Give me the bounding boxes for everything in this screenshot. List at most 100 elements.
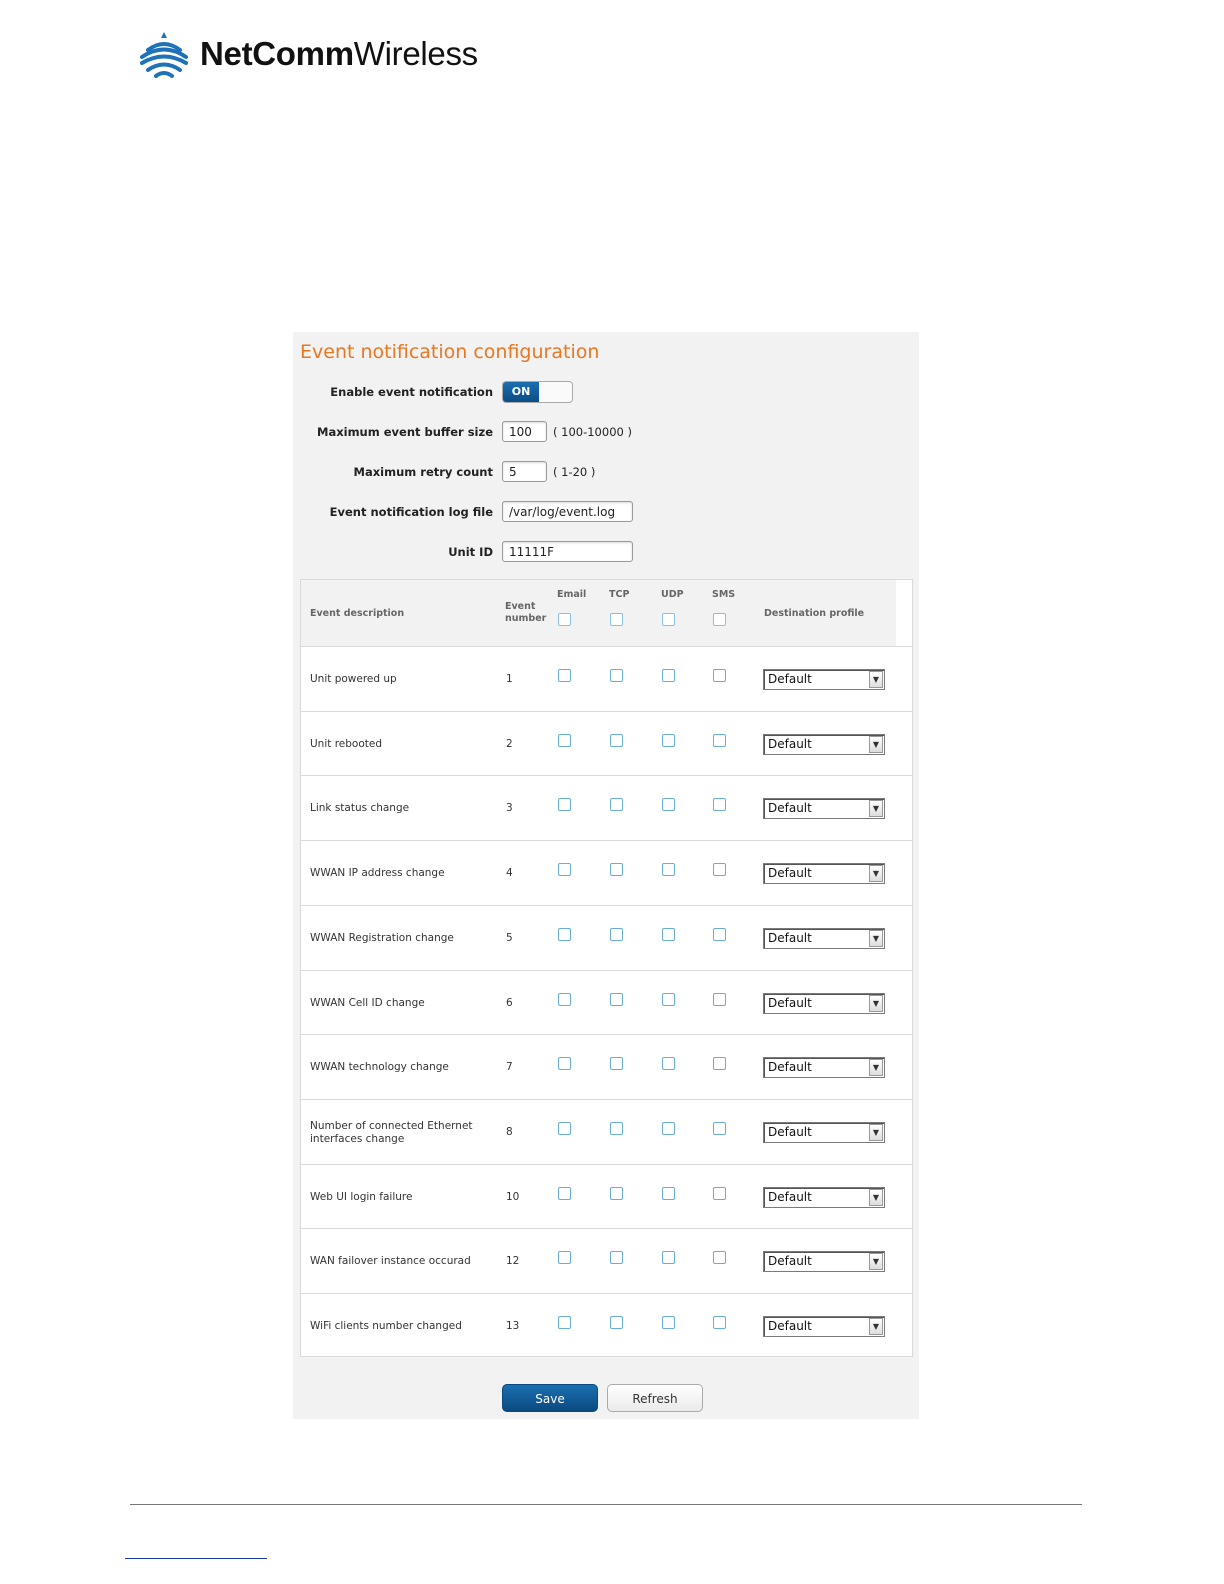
tcp-checkbox[interactable]: [610, 1057, 623, 1071]
unit-id-input[interactable]: 11111F: [502, 541, 633, 562]
logo-bold-text: NetComm: [200, 35, 354, 72]
sms-checkbox[interactable]: [713, 863, 726, 877]
tcp-checkbox[interactable]: [610, 1186, 623, 1200]
destination-profile-select[interactable]: Default ▼: [763, 1251, 885, 1273]
sms-checkbox[interactable]: [713, 1121, 726, 1135]
udp-checkbox[interactable]: [662, 1121, 675, 1135]
chevron-down-icon[interactable]: ▼: [869, 1253, 883, 1271]
sms-checkbox[interactable]: [713, 1251, 726, 1265]
event-notification-panel: Event notification configuration Enable …: [293, 332, 919, 1419]
table-row: Link status change 3 Default ▼: [301, 775, 912, 840]
tcp-checkbox[interactable]: [610, 1316, 623, 1329]
event-table: Event description Event number Email TCP…: [300, 579, 913, 1357]
header-description: Event description: [310, 608, 405, 619]
sms-checkbox[interactable]: [713, 1316, 726, 1329]
chevron-down-icon[interactable]: ▼: [869, 800, 883, 818]
enable-toggle[interactable]: ON: [502, 381, 573, 403]
buffer-size-input[interactable]: 100: [502, 421, 547, 442]
email-checkbox[interactable]: [558, 927, 571, 941]
log-file-input[interactable]: /var/log/event.log: [502, 501, 633, 522]
page-title: Event notification configuration: [300, 341, 600, 363]
tcp-checkbox[interactable]: [610, 1121, 623, 1135]
event-number: 13: [506, 1320, 520, 1332]
chevron-down-icon[interactable]: ▼: [869, 1059, 883, 1077]
destination-profile-select[interactable]: Default ▼: [763, 1121, 885, 1143]
chevron-down-icon[interactable]: ▼: [869, 735, 883, 753]
event-number: 8: [506, 1125, 513, 1138]
email-checkbox[interactable]: [558, 733, 571, 747]
tcp-select-all-checkbox[interactable]: [610, 613, 623, 626]
udp-checkbox[interactable]: [662, 798, 675, 812]
tcp-checkbox[interactable]: [610, 927, 623, 941]
tcp-checkbox[interactable]: [610, 1251, 623, 1265]
email-select-all-checkbox[interactable]: [558, 613, 571, 626]
destination-profile-value: Default: [768, 801, 812, 816]
udp-checkbox[interactable]: [662, 992, 675, 1006]
udp-checkbox[interactable]: [662, 669, 675, 682]
email-checkbox[interactable]: [558, 1251, 571, 1265]
chevron-down-icon[interactable]: ▼: [869, 1188, 883, 1206]
refresh-button[interactable]: Refresh: [607, 1384, 703, 1412]
destination-profile-value: Default: [768, 995, 812, 1010]
sms-checkbox[interactable]: [713, 927, 726, 941]
destination-profile-select[interactable]: Default ▼: [763, 1186, 885, 1208]
event-description: WWAN Cell ID change: [310, 996, 425, 1009]
sms-checkbox[interactable]: [713, 669, 726, 682]
retry-count-input[interactable]: 5: [502, 461, 547, 482]
buffer-row: Maximum event buffer size 100 ( 100-1000…: [293, 421, 919, 445]
destination-profile-select[interactable]: Default ▼: [763, 798, 885, 820]
chevron-down-icon[interactable]: ▼: [869, 671, 883, 688]
logo-wordmark: NetCommWireless: [200, 35, 478, 73]
udp-checkbox[interactable]: [662, 733, 675, 747]
chevron-down-icon[interactable]: ▼: [869, 1123, 883, 1141]
chevron-down-icon[interactable]: ▼: [869, 994, 883, 1012]
sms-checkbox[interactable]: [713, 798, 726, 812]
tcp-checkbox[interactable]: [610, 863, 623, 877]
sms-checkbox[interactable]: [713, 1057, 726, 1071]
tcp-checkbox[interactable]: [610, 669, 623, 682]
email-checkbox[interactable]: [558, 863, 571, 877]
retry-label: Maximum retry count: [353, 465, 493, 479]
udp-checkbox[interactable]: [662, 1251, 675, 1265]
udp-checkbox[interactable]: [662, 1186, 675, 1200]
destination-profile-value: Default: [768, 1319, 812, 1333]
chevron-down-icon[interactable]: ▼: [869, 1318, 883, 1335]
logo-light-text: Wireless: [353, 35, 478, 72]
sms-checkbox[interactable]: [713, 733, 726, 747]
tcp-checkbox[interactable]: [610, 733, 623, 747]
email-checkbox[interactable]: [558, 1057, 571, 1071]
destination-profile-select[interactable]: Default ▼: [763, 863, 885, 885]
table-row: Unit rebooted 2 Default ▼: [301, 710, 912, 776]
destination-profile-select[interactable]: Default ▼: [763, 733, 885, 755]
sms-checkbox[interactable]: [713, 992, 726, 1006]
event-description: Unit rebooted: [310, 737, 383, 750]
event-description: Link status change: [310, 802, 410, 815]
unitid-label: Unit ID: [448, 545, 493, 559]
email-checkbox[interactable]: [558, 1316, 571, 1329]
destination-profile-select[interactable]: Default ▼: [763, 669, 885, 690]
email-checkbox[interactable]: [558, 669, 571, 682]
table-header: Event description Event number Email TCP…: [301, 580, 896, 646]
chevron-down-icon[interactable]: ▼: [869, 865, 883, 883]
udp-checkbox[interactable]: [662, 1316, 675, 1329]
udp-checkbox[interactable]: [662, 927, 675, 941]
destination-profile-select[interactable]: Default ▼: [763, 1057, 885, 1079]
destination-profile-select[interactable]: Default ▼: [763, 927, 885, 949]
udp-select-all-checkbox[interactable]: [662, 613, 675, 626]
udp-checkbox[interactable]: [662, 1057, 675, 1071]
email-checkbox[interactable]: [558, 992, 571, 1006]
event-number: 7: [506, 1061, 513, 1074]
chevron-down-icon[interactable]: ▼: [869, 929, 883, 947]
email-checkbox[interactable]: [558, 1121, 571, 1135]
destination-profile-select[interactable]: Default ▼: [763, 992, 885, 1014]
footer-divider: [130, 1504, 1082, 1505]
email-checkbox[interactable]: [558, 1186, 571, 1200]
destination-profile-select[interactable]: Default ▼: [763, 1316, 885, 1337]
tcp-checkbox[interactable]: [610, 992, 623, 1006]
sms-checkbox[interactable]: [713, 1186, 726, 1200]
udp-checkbox[interactable]: [662, 863, 675, 877]
sms-select-all-checkbox[interactable]: [713, 613, 726, 626]
tcp-checkbox[interactable]: [610, 798, 623, 812]
email-checkbox[interactable]: [558, 798, 571, 812]
save-button[interactable]: Save: [502, 1384, 598, 1412]
